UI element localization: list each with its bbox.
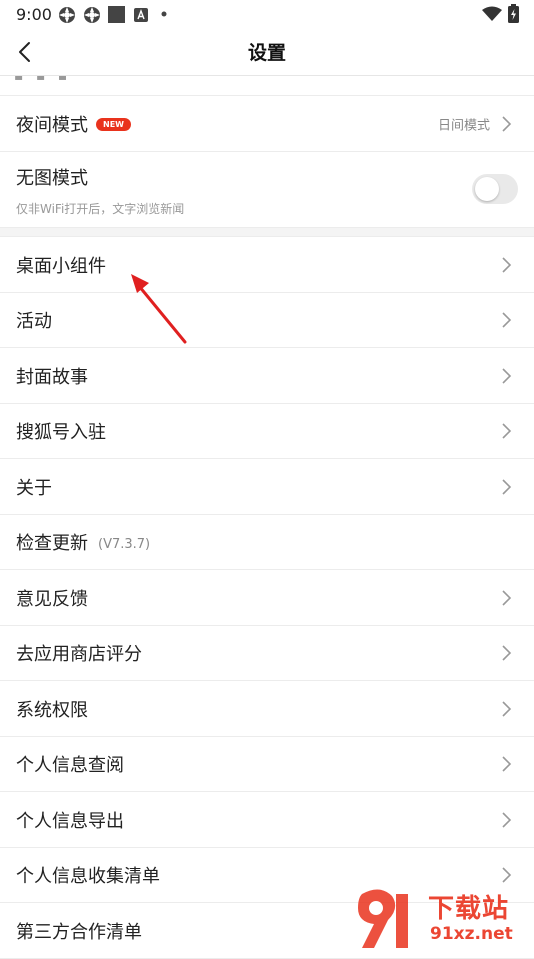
sohu-account-row[interactable]: 搜狐号入驻	[0, 404, 534, 459]
square-notification-icon	[108, 6, 125, 23]
personal-info-export-row[interactable]: 个人信息导出	[0, 792, 534, 848]
chevron-right-icon	[502, 867, 512, 883]
night-mode-value: 日间模式	[437, 118, 490, 133]
settings-list: 夜间模式 NEW 日间模式 无图模式 仅非WiFi打开后，文字浏览新闻 桌面小组件…	[0, 96, 534, 959]
a-notification-icon	[134, 8, 148, 22]
toggle-knob	[475, 177, 499, 201]
no-image-mode-subtitle: 仅非WiFi打开后，文字浏览新闻	[16, 202, 185, 216]
desktop-widget-row[interactable]: 桌面小组件	[0, 237, 534, 293]
chevron-right-icon	[502, 367, 512, 384]
check-update-label-wrap: 检查更新 (V7.3.7)	[16, 529, 150, 555]
page-title: 设置	[247, 42, 286, 64]
new-badge: NEW	[96, 117, 131, 131]
rate-app-label: 去应用商店评分	[16, 644, 142, 665]
no-image-mode-toggle[interactable]	[472, 174, 518, 204]
feedback-row[interactable]: 意见反馈	[0, 570, 534, 626]
chevron-right-icon	[502, 256, 512, 273]
partial-list-item: ▪ ▪ ▪	[0, 76, 534, 96]
night-mode-label-wrap: 夜间模式 NEW	[16, 111, 131, 137]
activity-row[interactable]: 活动	[0, 293, 534, 348]
version-text: (V7.3.7)	[98, 537, 151, 552]
section-gap	[0, 228, 534, 237]
system-permissions-row[interactable]: 系统权限	[0, 681, 534, 737]
annotation-arrow-icon	[131, 274, 187, 344]
personal-info-export-label: 个人信息导出	[16, 810, 124, 832]
dot-icon	[161, 11, 167, 17]
desktop-widget-label: 桌面小组件	[16, 255, 106, 277]
chevron-right-icon	[502, 423, 512, 439]
night-mode-row[interactable]: 夜间模式 NEW 日间模式	[0, 96, 534, 152]
about-row[interactable]: 关于	[0, 459, 534, 515]
third-party-label: 第三方合作清单	[16, 921, 142, 943]
battery-icon	[508, 4, 519, 23]
gear-notification-icon	[59, 7, 75, 23]
chevron-right-icon	[502, 756, 512, 772]
watermark-logo: 下载站 91xz.net	[354, 886, 534, 950]
no-image-mode-row: 无图模式 仅非WiFi打开后，文字浏览新闻	[0, 152, 534, 228]
system-permissions-label: 系统权限	[16, 699, 88, 721]
wifi-icon	[482, 6, 502, 21]
chevron-right-icon	[502, 700, 512, 717]
sohu-account-label: 搜狐号入驻	[16, 422, 106, 443]
check-update-row[interactable]: 检查更新 (V7.3.7)	[0, 515, 534, 570]
watermark-text-bottom: 91xz.net	[430, 924, 513, 944]
chevron-right-icon	[502, 312, 512, 328]
personal-info-view-label: 个人信息查阅	[16, 755, 124, 776]
chevron-right-icon	[502, 115, 512, 132]
watermark-text-top: 下载站	[428, 894, 510, 924]
feedback-label: 意见反馈	[16, 588, 88, 610]
check-update-label: 检查更新	[16, 533, 88, 554]
chevron-right-icon	[502, 645, 512, 661]
top-nav-bar: 设置	[0, 28, 534, 76]
cover-story-row[interactable]: 封面故事	[0, 348, 534, 404]
night-mode-label: 夜间模式	[16, 114, 88, 136]
chevron-right-icon	[502, 589, 512, 606]
about-label: 关于	[16, 477, 52, 499]
gear-notification-icon	[84, 7, 100, 23]
status-bar: 9:00	[0, 0, 534, 28]
cover-story-label: 封面故事	[16, 366, 88, 388]
status-time: 9:00	[16, 5, 52, 24]
personal-info-view-row[interactable]: 个人信息查阅	[0, 737, 534, 792]
partial-row-fragment: ▪ ▪ ▪	[14, 76, 72, 84]
activity-label: 活动	[16, 311, 52, 332]
no-image-mode-label: 无图模式	[16, 168, 88, 189]
rate-app-row[interactable]: 去应用商店评分	[0, 626, 534, 681]
chevron-right-icon	[502, 478, 512, 495]
personal-info-collection-label: 个人信息收集清单	[16, 866, 160, 887]
chevron-right-icon	[502, 811, 512, 828]
